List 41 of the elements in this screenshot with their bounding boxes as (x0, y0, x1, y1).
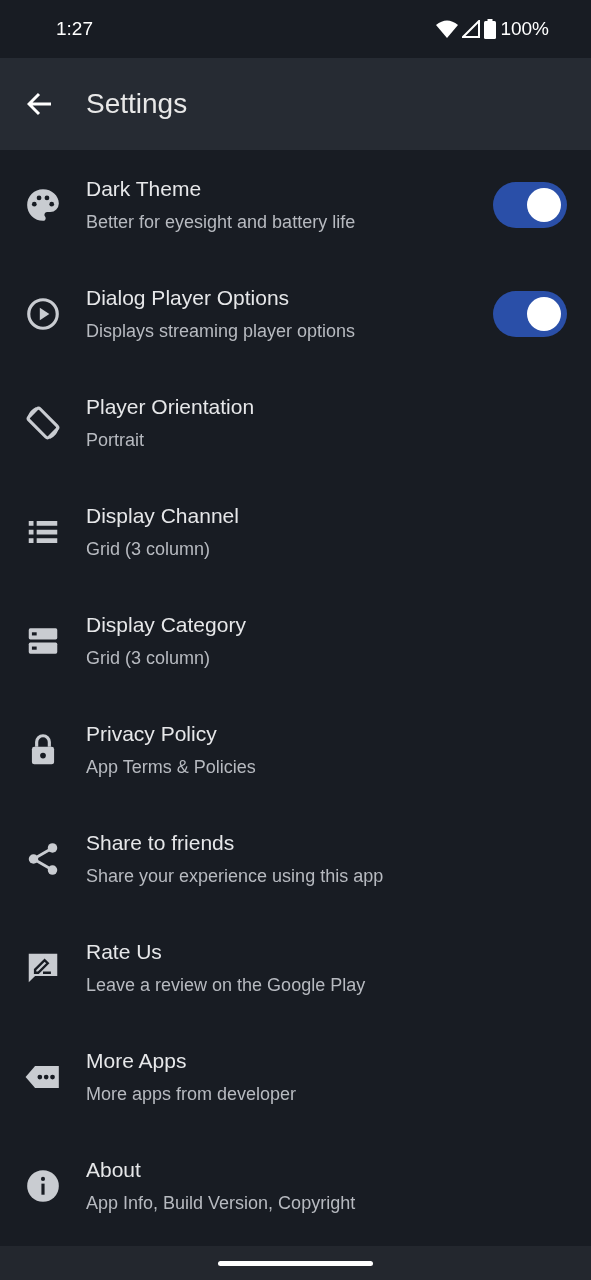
setting-title: Share to friends (86, 829, 236, 856)
setting-title: About (86, 1156, 142, 1183)
battery-icon (484, 19, 497, 39)
setting-title: More Apps (86, 1047, 188, 1074)
setting-subtitle: Share your experience using this app (86, 864, 385, 888)
rotate-phone-icon (24, 403, 62, 442)
home-handle[interactable] (218, 1260, 373, 1266)
settings-item[interactable]: Rate Us Leave a review on the Google Play (0, 913, 591, 1022)
wifi-icon (436, 20, 459, 38)
setting-subtitle: Leave a review on the Google Play (86, 973, 367, 997)
setting-subtitle: App Terms & Policies (86, 755, 257, 779)
setting-title: Display Channel (86, 502, 240, 529)
setting-title: Privacy Policy (86, 720, 218, 747)
toggle-switch[interactable] (493, 181, 567, 228)
settings-item[interactable]: Share to friends Share your experience using this app (0, 804, 591, 913)
setting-title: Player Orientation (86, 393, 256, 420)
back-arrow-icon (27, 92, 53, 116)
setting-subtitle: Grid (3 column) (86, 537, 212, 561)
settings-item[interactable]: Display Channel Grid (3 column) (0, 477, 591, 586)
setting-subtitle: App Info, Build Version, Copyright (86, 1191, 357, 1215)
settings-item[interactable]: More Apps More apps from developer (0, 1022, 591, 1131)
setting-title: Rate Us (86, 938, 163, 965)
settings-item[interactable]: Dialog Player Options Displays streaming player options (0, 259, 591, 368)
settings-item[interactable]: Player Orientation Portrait (0, 368, 591, 477)
screen-title: Settings (86, 87, 188, 121)
settings-item[interactable]: Display Category Grid (3 column) (0, 586, 591, 695)
setting-title: Dark Theme (86, 175, 203, 202)
toggle-switch[interactable] (493, 290, 567, 337)
settings-item[interactable]: Dark Theme Better for eyesight and battery life (0, 150, 591, 259)
settings-item[interactable]: About App Info, Build Version, Copyright (0, 1131, 591, 1240)
setting-subtitle: Portrait (86, 428, 146, 452)
status-time: 1:27 (56, 16, 93, 41)
setting-subtitle: Grid (3 column) (86, 646, 212, 670)
setting-subtitle: Displays streaming player options (86, 319, 357, 343)
setting-title: Dialog Player Options (86, 284, 291, 311)
setting-subtitle: Better for eyesight and battery life (86, 210, 357, 234)
setting-title: Display Category (86, 611, 247, 638)
battery-percent: 100% (500, 16, 549, 41)
setting-subtitle: More apps from developer (86, 1082, 298, 1106)
signal-icon (462, 20, 481, 38)
settings-item[interactable]: Privacy Policy App Terms & Policies (0, 695, 591, 804)
